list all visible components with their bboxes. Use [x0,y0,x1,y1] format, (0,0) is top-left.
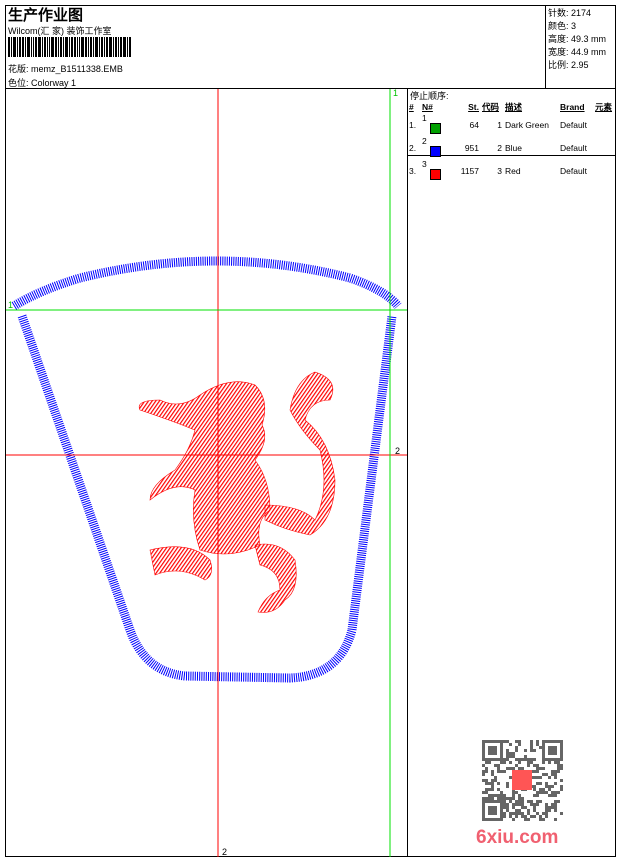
design-canvas [6,89,563,857]
stamp-icon [512,770,532,790]
marker-red-bottom: 2 [222,847,228,857]
lion-emblem [138,371,336,613]
marker-green-top: 1 [393,88,399,98]
marker-red-right: 2 [395,446,401,456]
marker-green-left: 1 [8,300,14,310]
watermark-site: 6xiu.com [476,827,559,848]
